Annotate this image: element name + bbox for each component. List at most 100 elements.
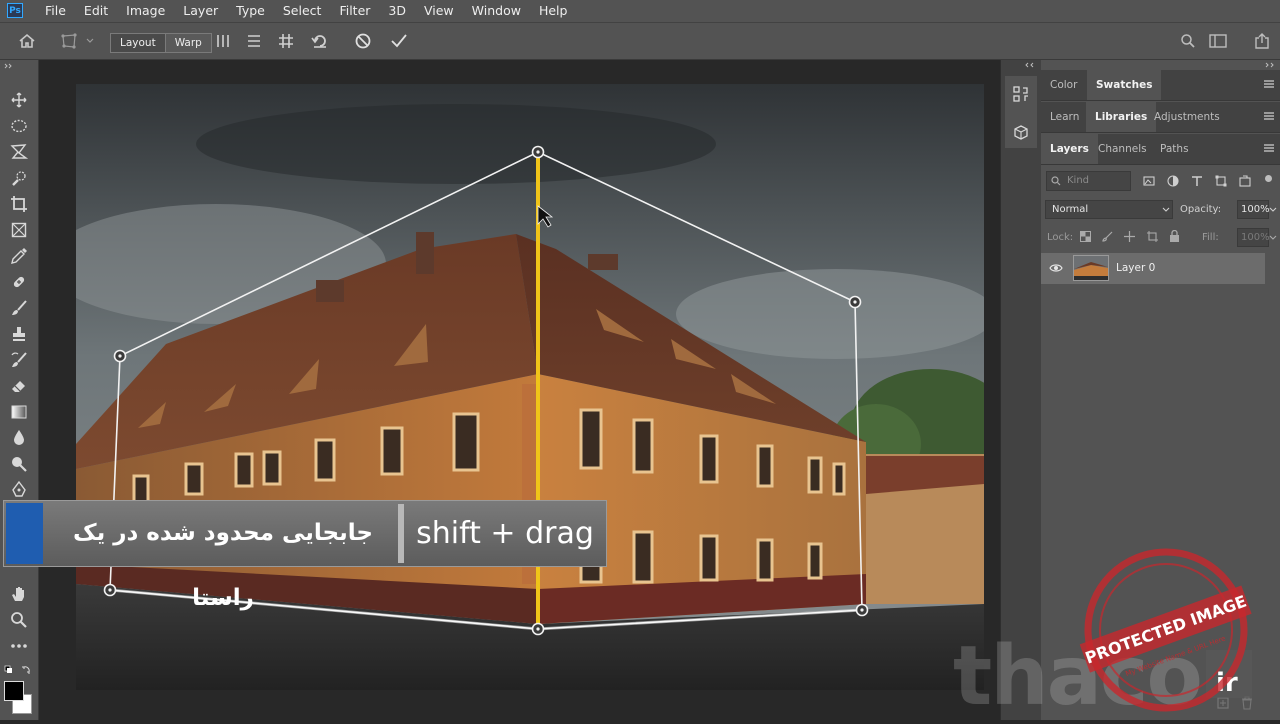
- search-icon[interactable]: [1177, 23, 1199, 59]
- fill-input[interactable]: 100%: [1237, 228, 1270, 247]
- foreground-color-swatch[interactable]: [4, 681, 24, 701]
- chevron-down-icon[interactable]: [1269, 207, 1277, 213]
- crop-tool-icon[interactable]: [9, 194, 29, 214]
- lock-position-icon[interactable]: [1124, 231, 1135, 242]
- lock-pixels-icon[interactable]: [1102, 231, 1113, 242]
- protected-image-stamp: PROTECTED IMAGE My Website Name & URL He…: [1079, 548, 1252, 712]
- color-swatches-tabs: Color Swatches: [1041, 70, 1280, 101]
- opacity-label: Opacity:: [1180, 204, 1222, 215]
- tool-preset-chevron-icon[interactable]: [84, 23, 96, 59]
- lock-transparent-icon[interactable]: [1080, 231, 1091, 242]
- hand-tool-icon[interactable]: [9, 584, 29, 604]
- healing-brush-tool-icon[interactable]: [9, 272, 29, 292]
- eye-visibility-icon[interactable]: [1049, 263, 1063, 273]
- tab-learn[interactable]: Learn: [1041, 102, 1088, 132]
- options-bar: Layout Warp: [0, 23, 1280, 60]
- menu-help[interactable]: Help: [530, 0, 577, 22]
- panel-menu-icon[interactable]: [1264, 111, 1274, 121]
- tab-color[interactable]: Color: [1041, 70, 1086, 100]
- filter-type-icon[interactable]: [1191, 175, 1203, 187]
- collapse-arrows-icon[interactable]: [4, 63, 14, 69]
- caption-persian-text: جابجایی محدود شده در یک راستا: [73, 520, 373, 611]
- lock-label: Lock:: [1047, 232, 1074, 243]
- lasso-tool-icon[interactable]: [9, 142, 29, 162]
- commit-checkmark-icon[interactable]: [388, 23, 410, 59]
- more-tools-icon[interactable]: [9, 636, 29, 656]
- move-tool-icon[interactable]: [9, 90, 29, 110]
- collapse-panels-icon[interactable]: [1264, 62, 1276, 68]
- eyedropper-tool-icon[interactable]: [9, 246, 29, 266]
- menu-3d[interactable]: 3D: [379, 0, 415, 22]
- menu-edit[interactable]: Edit: [75, 0, 117, 22]
- auto-straighten-both-icon[interactable]: [275, 23, 297, 59]
- main-menu: File Edit Image Layer Type Select Filter…: [36, 0, 576, 22]
- caption-shortcut-text: shift + drag: [416, 516, 594, 551]
- tab-channels[interactable]: Channels: [1089, 134, 1156, 164]
- caption-divider: [398, 504, 404, 563]
- perspective-warp-icon[interactable]: [58, 23, 80, 59]
- blend-mode-select[interactable]: Normal: [1045, 200, 1173, 219]
- frame-tool-icon[interactable]: [9, 220, 29, 240]
- pen-tool-icon[interactable]: [9, 480, 29, 500]
- clone-stamp-tool-icon[interactable]: [9, 324, 29, 344]
- layer-row[interactable]: Layer 0: [1041, 253, 1265, 284]
- filter-adjustment-icon[interactable]: [1167, 175, 1179, 187]
- gradient-tool-icon[interactable]: [9, 402, 29, 422]
- search-icon: [1051, 176, 1061, 186]
- menu-select[interactable]: Select: [274, 0, 331, 22]
- panel-menu-icon[interactable]: [1264, 79, 1274, 89]
- photoshop-logo[interactable]: Ps: [7, 3, 23, 18]
- menu-image[interactable]: Image: [117, 0, 174, 22]
- blur-tool-icon[interactable]: [9, 428, 29, 448]
- layer-thumbnail: [1073, 255, 1109, 281]
- cancel-icon[interactable]: [352, 23, 374, 59]
- filter-shape-icon[interactable]: [1215, 175, 1227, 187]
- marquee-tool-icon[interactable]: [9, 116, 29, 136]
- warp-button[interactable]: Warp: [164, 34, 211, 52]
- chevron-down-icon: [1162, 207, 1170, 212]
- auto-straighten-horizontal-icon[interactable]: [243, 23, 265, 59]
- menu-file[interactable]: File: [36, 0, 75, 22]
- home-icon[interactable]: [16, 23, 38, 59]
- menu-bar: Ps File Edit Image Layer Type Select Fil…: [0, 0, 1280, 23]
- menu-type[interactable]: Type: [227, 0, 274, 22]
- shortcut-caption: جابجایی محدود شده در یک راستا shift + dr…: [3, 500, 607, 611]
- collapse-arrows-icon[interactable]: [1023, 62, 1035, 68]
- menu-view[interactable]: View: [415, 0, 463, 22]
- tab-adjustments[interactable]: Adjustments: [1145, 102, 1229, 132]
- dodge-tool-icon[interactable]: [9, 454, 29, 474]
- layers-tabs: Layers Channels Paths: [1041, 134, 1280, 165]
- share-icon[interactable]: [1251, 23, 1273, 59]
- filter-toggle-icon[interactable]: [1265, 175, 1272, 182]
- layout-button[interactable]: Layout: [111, 34, 165, 52]
- lock-all-icon[interactable]: [1169, 230, 1180, 242]
- tab-paths[interactable]: Paths: [1151, 134, 1198, 164]
- tools-panel: [0, 60, 39, 720]
- 3d-panel-icon[interactable]: [1012, 124, 1030, 142]
- chevron-down-icon[interactable]: [1269, 235, 1277, 241]
- layer-name[interactable]: Layer 0: [1116, 253, 1155, 284]
- history-panel-icon[interactable]: [1012, 85, 1030, 103]
- workspace-icon[interactable]: [1207, 23, 1229, 59]
- fill-label: Fill:: [1202, 232, 1219, 243]
- panel-menu-icon[interactable]: [1264, 143, 1274, 153]
- auto-straighten-vertical-icon[interactable]: [212, 23, 234, 59]
- filter-smart-object-icon[interactable]: [1239, 175, 1251, 187]
- eraser-tool-icon[interactable]: [9, 376, 29, 396]
- filter-pixel-icon[interactable]: [1143, 175, 1155, 187]
- collapsed-panel-strip: [1000, 60, 1042, 720]
- opacity-input[interactable]: 100%: [1237, 200, 1270, 219]
- reset-icon[interactable]: [309, 23, 331, 59]
- caption-accent-bar: [6, 503, 43, 564]
- mode-toggle: Layout Warp: [110, 33, 212, 53]
- menu-layer[interactable]: Layer: [174, 0, 227, 22]
- default-swap-colors-icon[interactable]: [4, 664, 34, 676]
- zoom-tool-icon[interactable]: [9, 610, 29, 630]
- menu-window[interactable]: Window: [463, 0, 530, 22]
- lock-artboard-icon[interactable]: [1147, 231, 1158, 242]
- quick-selection-tool-icon[interactable]: [9, 168, 29, 188]
- menu-filter[interactable]: Filter: [330, 0, 379, 22]
- history-brush-tool-icon[interactable]: [9, 350, 29, 370]
- brush-tool-icon[interactable]: [9, 298, 29, 318]
- tab-swatches[interactable]: Swatches: [1087, 70, 1162, 100]
